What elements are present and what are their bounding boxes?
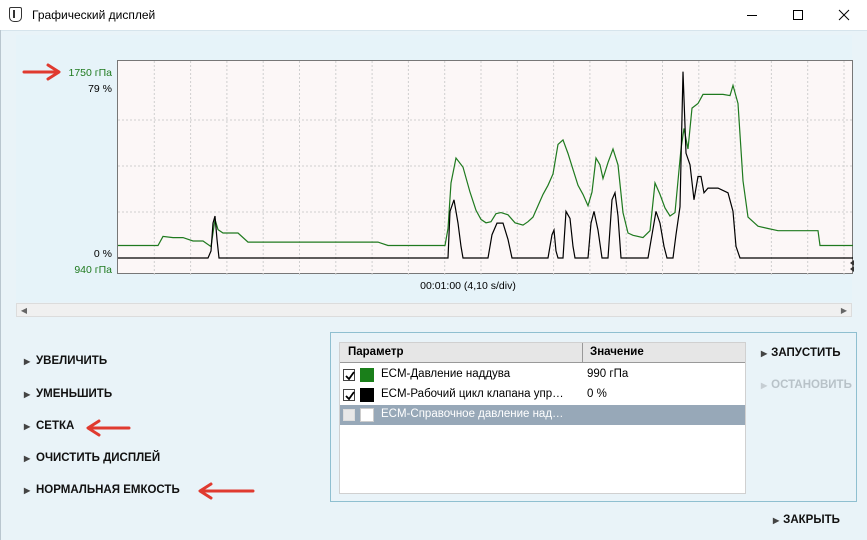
parameter-name: ECM-Давление наддува: [381, 368, 511, 380]
minimize-button[interactable]: [729, 0, 775, 30]
close-label: ЗАКРЫТЬ: [783, 514, 840, 526]
stop-label: ОСТАНОВИТЬ: [771, 379, 852, 391]
arrow-right-icon: ▶: [773, 515, 780, 525]
annotation-arrow-icon: [86, 419, 131, 437]
normal-capacity-button[interactable]: ▶ НОРМАЛЬНАЯ ЕМКОСТЬ: [24, 482, 180, 498]
zoom-in-label: УВЕЛИЧИТЬ: [36, 355, 108, 367]
horizontal-scrollbar[interactable]: ◀ ▶: [16, 303, 852, 317]
cursor-marker-icon: [850, 266, 854, 272]
parameter-value: 990 гПа: [587, 368, 629, 380]
zoom-out-label: УМЕНЬШИТЬ: [36, 388, 113, 400]
time-scale-label: 00:01:00 (4,10 s/div): [420, 280, 516, 292]
zoom-in-button[interactable]: ▶ УВЕЛИЧИТЬ: [24, 353, 107, 369]
minimize-icon: [747, 15, 757, 16]
start-label: ЗАПУСТИТЬ: [771, 347, 841, 359]
line-chart: [118, 61, 854, 275]
clear-display-label: ОЧИСТИТЬ ДИСПЛЕЙ: [36, 452, 161, 464]
column-divider[interactable]: [582, 343, 583, 363]
maximize-button[interactable]: [775, 0, 821, 30]
checkmark-icon: [345, 391, 355, 401]
table-row[interactable]: ECM-Рабочий цикл клапана упр… 0 %: [340, 385, 745, 405]
row-checkbox[interactable]: [343, 389, 355, 401]
parameter-name: ECM-Рабочий цикл клапана упр…: [381, 388, 564, 400]
cursor-marker-icon: [850, 260, 854, 266]
color-swatch: [360, 368, 374, 382]
column-header-parameter[interactable]: Параметр: [348, 346, 404, 358]
normal-capacity-label: НОРМАЛЬНАЯ ЕМКОСТЬ: [36, 484, 180, 496]
start-button[interactable]: ▶ ЗАПУСТИТЬ: [761, 345, 841, 361]
arrow-right-icon: ▶: [761, 348, 768, 358]
app-icon: [9, 7, 22, 22]
scroll-left-icon[interactable]: ◀: [17, 304, 31, 316]
table-row[interactable]: ECM-Давление наддува 990 гПа: [340, 365, 745, 385]
graph-panel: 1750 гПа 79 % 0 % 940 гПа 00:01:00 (4,10…: [16, 35, 854, 302]
maximize-icon: [793, 10, 803, 20]
color-swatch: [360, 388, 374, 402]
series-line-2: [118, 71, 853, 259]
parameter-name: ECM-Справочное давление над…: [381, 408, 564, 420]
parameter-table: Параметр Значение ECM-Давление наддува 9…: [339, 342, 746, 494]
clear-display-button[interactable]: ▶ ОЧИСТИТЬ ДИСПЛЕЙ: [24, 450, 160, 466]
grid-label: СЕТКА: [36, 420, 75, 432]
grid-button[interactable]: ▶ СЕТКА: [24, 418, 74, 434]
y-axis-min-primary: 940 гПа: [74, 264, 112, 276]
zoom-out-button[interactable]: ▶ УМЕНЬШИТЬ: [24, 386, 112, 402]
title-bar: Графический дисплей: [0, 0, 867, 30]
y-axis-max-secondary: 79 %: [88, 83, 112, 95]
y-axis-min-secondary: 0 %: [93, 248, 112, 260]
color-swatch: [360, 408, 374, 422]
close-icon: [838, 9, 850, 21]
stop-button[interactable]: ▶ ОСТАНОВИТЬ: [761, 377, 852, 393]
table-row[interactable]: ECM-Справочное давление над…: [340, 405, 745, 425]
close-button[interactable]: [821, 0, 867, 30]
arrow-right-icon: ▶: [24, 485, 31, 495]
parameter-value: 0 %: [587, 388, 607, 400]
checkmark-icon: [345, 371, 355, 381]
close-dialog-button[interactable]: ▶ ЗАКРЫТЬ: [773, 512, 840, 528]
scroll-right-icon[interactable]: ▶: [837, 304, 851, 316]
window-title: Графический дисплей: [32, 8, 156, 22]
table-header: Параметр Значение: [340, 343, 745, 363]
window-border: [0, 30, 1, 540]
arrow-right-icon: ▶: [24, 356, 31, 366]
arrow-right-icon: ▶: [24, 389, 31, 399]
row-checkbox[interactable]: [343, 409, 355, 421]
column-header-value[interactable]: Значение: [590, 346, 644, 358]
plot-area[interactable]: [117, 60, 854, 275]
annotation-arrow-icon: [22, 63, 61, 81]
arrow-right-icon: ▶: [24, 421, 31, 431]
arrow-right-icon: ▶: [761, 380, 768, 390]
arrow-right-icon: ▶: [24, 453, 31, 463]
annotation-arrow-icon: [198, 482, 255, 500]
row-checkbox[interactable]: [343, 369, 355, 381]
